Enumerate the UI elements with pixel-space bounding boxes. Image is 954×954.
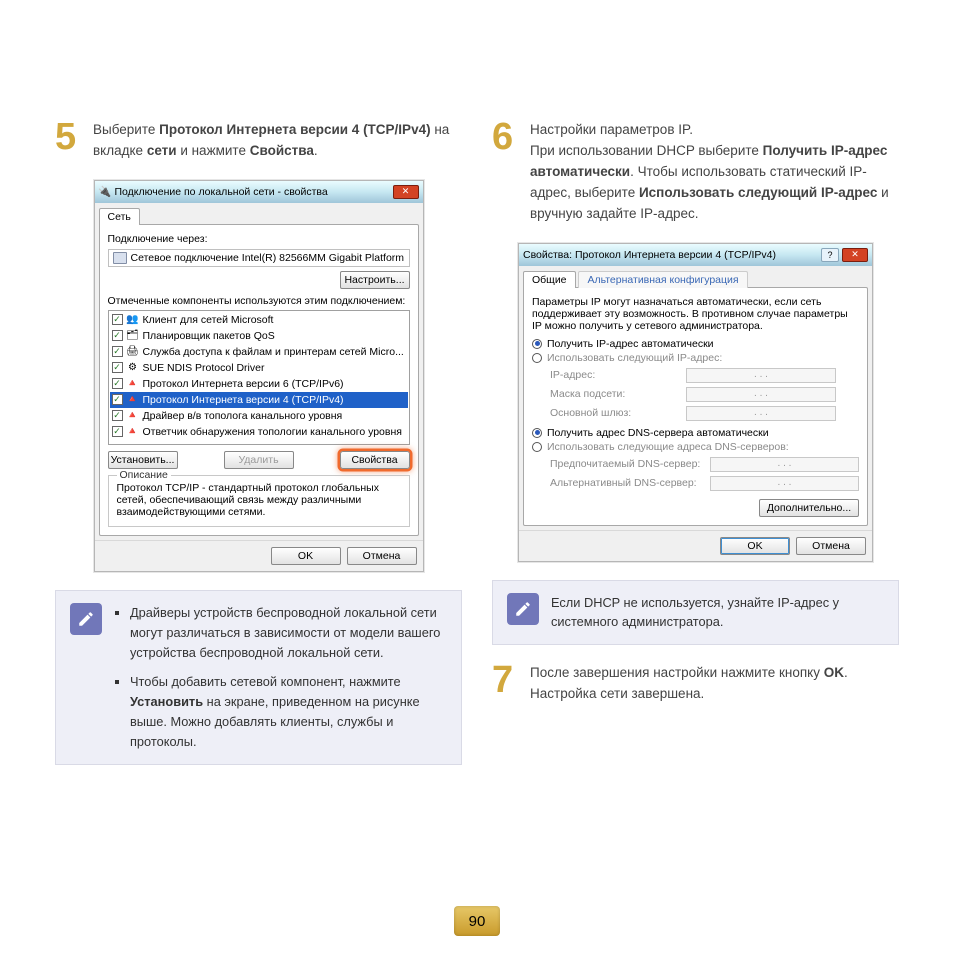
protocol-icon: 🔺 — [127, 394, 139, 406]
mask-label: Маска подсети: — [550, 388, 680, 400]
list-item: ✓🔺Ответчик обнаружения топологии канальн… — [110, 424, 408, 440]
ipv4-blurb: Параметры IP могут назначаться автоматич… — [532, 296, 859, 332]
ok-button[interactable]: OK — [720, 537, 790, 555]
list-item: ✓🖨Служба доступа к файлам и принтерам се… — [110, 344, 408, 360]
network-icon: 🔌 — [99, 186, 111, 198]
pencil-icon — [70, 603, 102, 635]
dns1-input: . . . — [710, 457, 859, 472]
step-number-7: 7 — [492, 663, 520, 705]
checkbox-icon[interactable]: ✓ — [112, 362, 123, 373]
step-number-6: 6 — [492, 120, 520, 225]
ip-input: . . . — [686, 368, 836, 383]
protocol-icon: 🔺 — [127, 410, 139, 422]
step-7: 7 После завершения настройки нажмите кно… — [492, 663, 899, 705]
list-item-selected: ✓🔺Протокол Интернета версии 4 (TCP/IPv4) — [110, 392, 408, 408]
tab-alternative[interactable]: Альтернативная конфигурация — [578, 271, 747, 288]
checkbox-icon[interactable]: ✓ — [112, 426, 123, 437]
list-item: ✓🔺Драйвер в/в тополога канального уровня — [110, 408, 408, 424]
page-number: 90 — [454, 906, 500, 936]
step-7-text: После завершения настройки нажмите кнопк… — [530, 663, 899, 705]
nic-icon — [113, 252, 127, 264]
nic-name: Сетевое подключение Intel(R) 82566MM Gig… — [131, 252, 405, 264]
connect-via-label: Подключение через: — [108, 233, 410, 245]
description-group: Описание Протокол TCP/IP - стандартный п… — [108, 475, 410, 527]
mask-input: . . . — [686, 387, 836, 402]
protocol-icon: ⚙ — [127, 362, 139, 374]
radio-auto-dns[interactable]: Получить адрес DNS-сервера автоматически — [532, 427, 859, 439]
step-6-text: Настройки параметров IP. При использован… — [530, 120, 899, 225]
note-2-text: Если DHCP не используется, узнайте IP-ад… — [551, 593, 884, 633]
radio-icon — [532, 339, 542, 349]
info-note-1: Драйверы устройств беспроводной локально… — [55, 590, 462, 765]
radio-auto-ip[interactable]: Получить IP-адрес автоматически — [532, 338, 859, 350]
info-note-2: Если DHCP не используется, узнайте IP-ад… — [492, 580, 899, 646]
checkbox-icon[interactable]: ✓ — [112, 410, 123, 421]
checkbox-icon[interactable]: ✓ — [112, 346, 123, 357]
gateway-label: Основной шлюз: — [550, 407, 680, 419]
cancel-button[interactable]: Отмена — [347, 547, 417, 565]
advanced-button[interactable]: Дополнительно... — [759, 499, 859, 517]
radio-icon — [532, 428, 542, 438]
nic-field: Сетевое подключение Intel(R) 82566MM Gig… — [108, 249, 410, 267]
checkbox-icon[interactable]: ✓ — [112, 330, 123, 341]
tab-network[interactable]: Сеть — [99, 208, 140, 225]
dns2-input: . . . — [710, 476, 859, 491]
close-icon[interactable]: ✕ — [842, 248, 868, 262]
uninstall-button: Удалить — [224, 451, 294, 469]
list-item: ✓⚙SUE NDIS Protocol Driver — [110, 360, 408, 376]
properties-button[interactable]: Свойства — [340, 451, 410, 469]
dialog-title: Подключение по локальной сети - свойства — [115, 186, 328, 198]
pencil-icon — [507, 593, 539, 625]
lan-properties-dialog: 🔌 Подключение по локальной сети - свойст… — [94, 180, 424, 572]
dialog-title: Свойства: Протокол Интернета версии 4 (T… — [523, 249, 776, 261]
titlebar[interactable]: 🔌 Подключение по локальной сети - свойст… — [95, 181, 423, 203]
step-6: 6 Настройки параметров IP. При использов… — [492, 120, 899, 225]
note-1-list: Драйверы устройств беспроводной локально… — [114, 603, 447, 752]
tab-general[interactable]: Общие — [523, 271, 576, 288]
cancel-button[interactable]: Отмена — [796, 537, 866, 555]
client-icon: 👥 — [127, 314, 139, 326]
list-item: ✓👥Клиент для сетей Microsoft — [110, 312, 408, 328]
ip-label: IP-адрес: — [550, 369, 680, 381]
help-icon[interactable]: ? — [821, 248, 839, 262]
ok-button[interactable]: OK — [271, 547, 341, 565]
step-5-text: Выберите Протокол Интернета версии 4 (TC… — [93, 120, 462, 162]
install-button[interactable]: Установить... — [108, 451, 178, 469]
checkbox-icon[interactable]: ✓ — [112, 394, 123, 405]
radio-icon — [532, 353, 542, 363]
radio-manual-dns[interactable]: Использовать следующие адреса DNS-сервер… — [532, 441, 859, 453]
titlebar[interactable]: Свойства: Протокол Интернета версии 4 (T… — [519, 244, 872, 266]
service-icon: 🖨 — [127, 346, 139, 358]
component-list[interactable]: ✓👥Клиент для сетей Microsoft ✓🗂Планировщ… — [108, 310, 410, 445]
step-number-5: 5 — [55, 120, 83, 162]
configure-button[interactable]: Настроить... — [340, 271, 410, 289]
gateway-input: . . . — [686, 406, 836, 421]
close-icon[interactable]: ✕ — [393, 185, 419, 199]
components-caption: Отмеченные компоненты используются этим … — [108, 295, 410, 307]
protocol-icon: 🔺 — [127, 378, 139, 390]
step-5: 5 Выберите Протокол Интернета версии 4 (… — [55, 120, 462, 162]
list-item: ✓🔺Протокол Интернета версии 6 (TCP/IPv6) — [110, 376, 408, 392]
description-text: Протокол TCP/IP - стандартный протокол г… — [117, 482, 401, 518]
list-item: ✓🗂Планировщик пакетов QoS — [110, 328, 408, 344]
checkbox-icon[interactable]: ✓ — [112, 378, 123, 389]
description-label: Описание — [117, 469, 171, 481]
radio-manual-ip[interactable]: Использовать следующий IP-адрес: — [532, 352, 859, 364]
radio-icon — [532, 442, 542, 452]
ipv4-properties-dialog: Свойства: Протокол Интернета версии 4 (T… — [518, 243, 873, 562]
service-icon: 🗂 — [127, 330, 139, 342]
checkbox-icon[interactable]: ✓ — [112, 314, 123, 325]
dns2-label: Альтернативный DNS-сервер: — [550, 477, 704, 489]
dns1-label: Предпочитаемый DNS-сервер: — [550, 458, 704, 470]
protocol-icon: 🔺 — [127, 426, 139, 438]
